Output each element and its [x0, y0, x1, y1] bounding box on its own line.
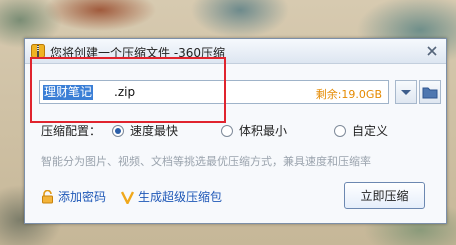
- radio-selected-indicator: [112, 124, 124, 137]
- radio-custom[interactable]: 自定义: [334, 122, 388, 139]
- radio-label: 速度最快: [130, 124, 179, 138]
- radio-label: 体积最小: [239, 124, 288, 138]
- radio-label: 自定义: [352, 124, 389, 138]
- radio-indicator: [221, 124, 233, 137]
- filename-selected-text: 理财笔记: [43, 85, 94, 100]
- window-title: 您将创建一个压缩文件 -360压缩: [50, 46, 226, 60]
- add-password-label: 添加密码: [58, 190, 107, 204]
- format-dropdown-button[interactable]: [395, 80, 417, 104]
- radio-smallest[interactable]: 体积最小: [221, 122, 287, 139]
- compress-dialog: 您将创建一个压缩文件 -360压缩 理财笔记 .zip 剩余:19.0GB 压缩…: [24, 38, 447, 224]
- super-package-label: 生成超级压缩包: [138, 190, 223, 204]
- lock-icon: [42, 189, 53, 203]
- filename-extension: .zip: [114, 85, 136, 99]
- radio-fastest[interactable]: 速度最快: [112, 122, 178, 139]
- filename-input[interactable]: 理财笔记 .zip 剩余:19.0GB: [39, 80, 389, 104]
- mode-description: 智能分为图片、视频、文档等挑选最优压缩方式，兼具速度和压缩率: [41, 155, 371, 168]
- title-bar: 您将创建一个压缩文件 -360压缩: [25, 39, 446, 64]
- zip-archive-icon: [31, 44, 45, 58]
- add-password-link[interactable]: 添加密码: [41, 188, 106, 205]
- free-space-label: 剩余:19.0GB: [315, 88, 382, 101]
- v-check-icon: [121, 190, 134, 204]
- browse-folder-button[interactable]: [419, 80, 441, 104]
- close-icon[interactable]: [423, 42, 441, 60]
- super-package-link[interactable]: 生成超级压缩包: [121, 188, 222, 205]
- folder-icon: [422, 87, 438, 99]
- radio-indicator: [334, 124, 346, 137]
- config-label: 压缩配置：: [41, 124, 102, 138]
- compress-now-button[interactable]: 立即压缩: [344, 182, 425, 209]
- chevron-down-icon: [401, 90, 411, 95]
